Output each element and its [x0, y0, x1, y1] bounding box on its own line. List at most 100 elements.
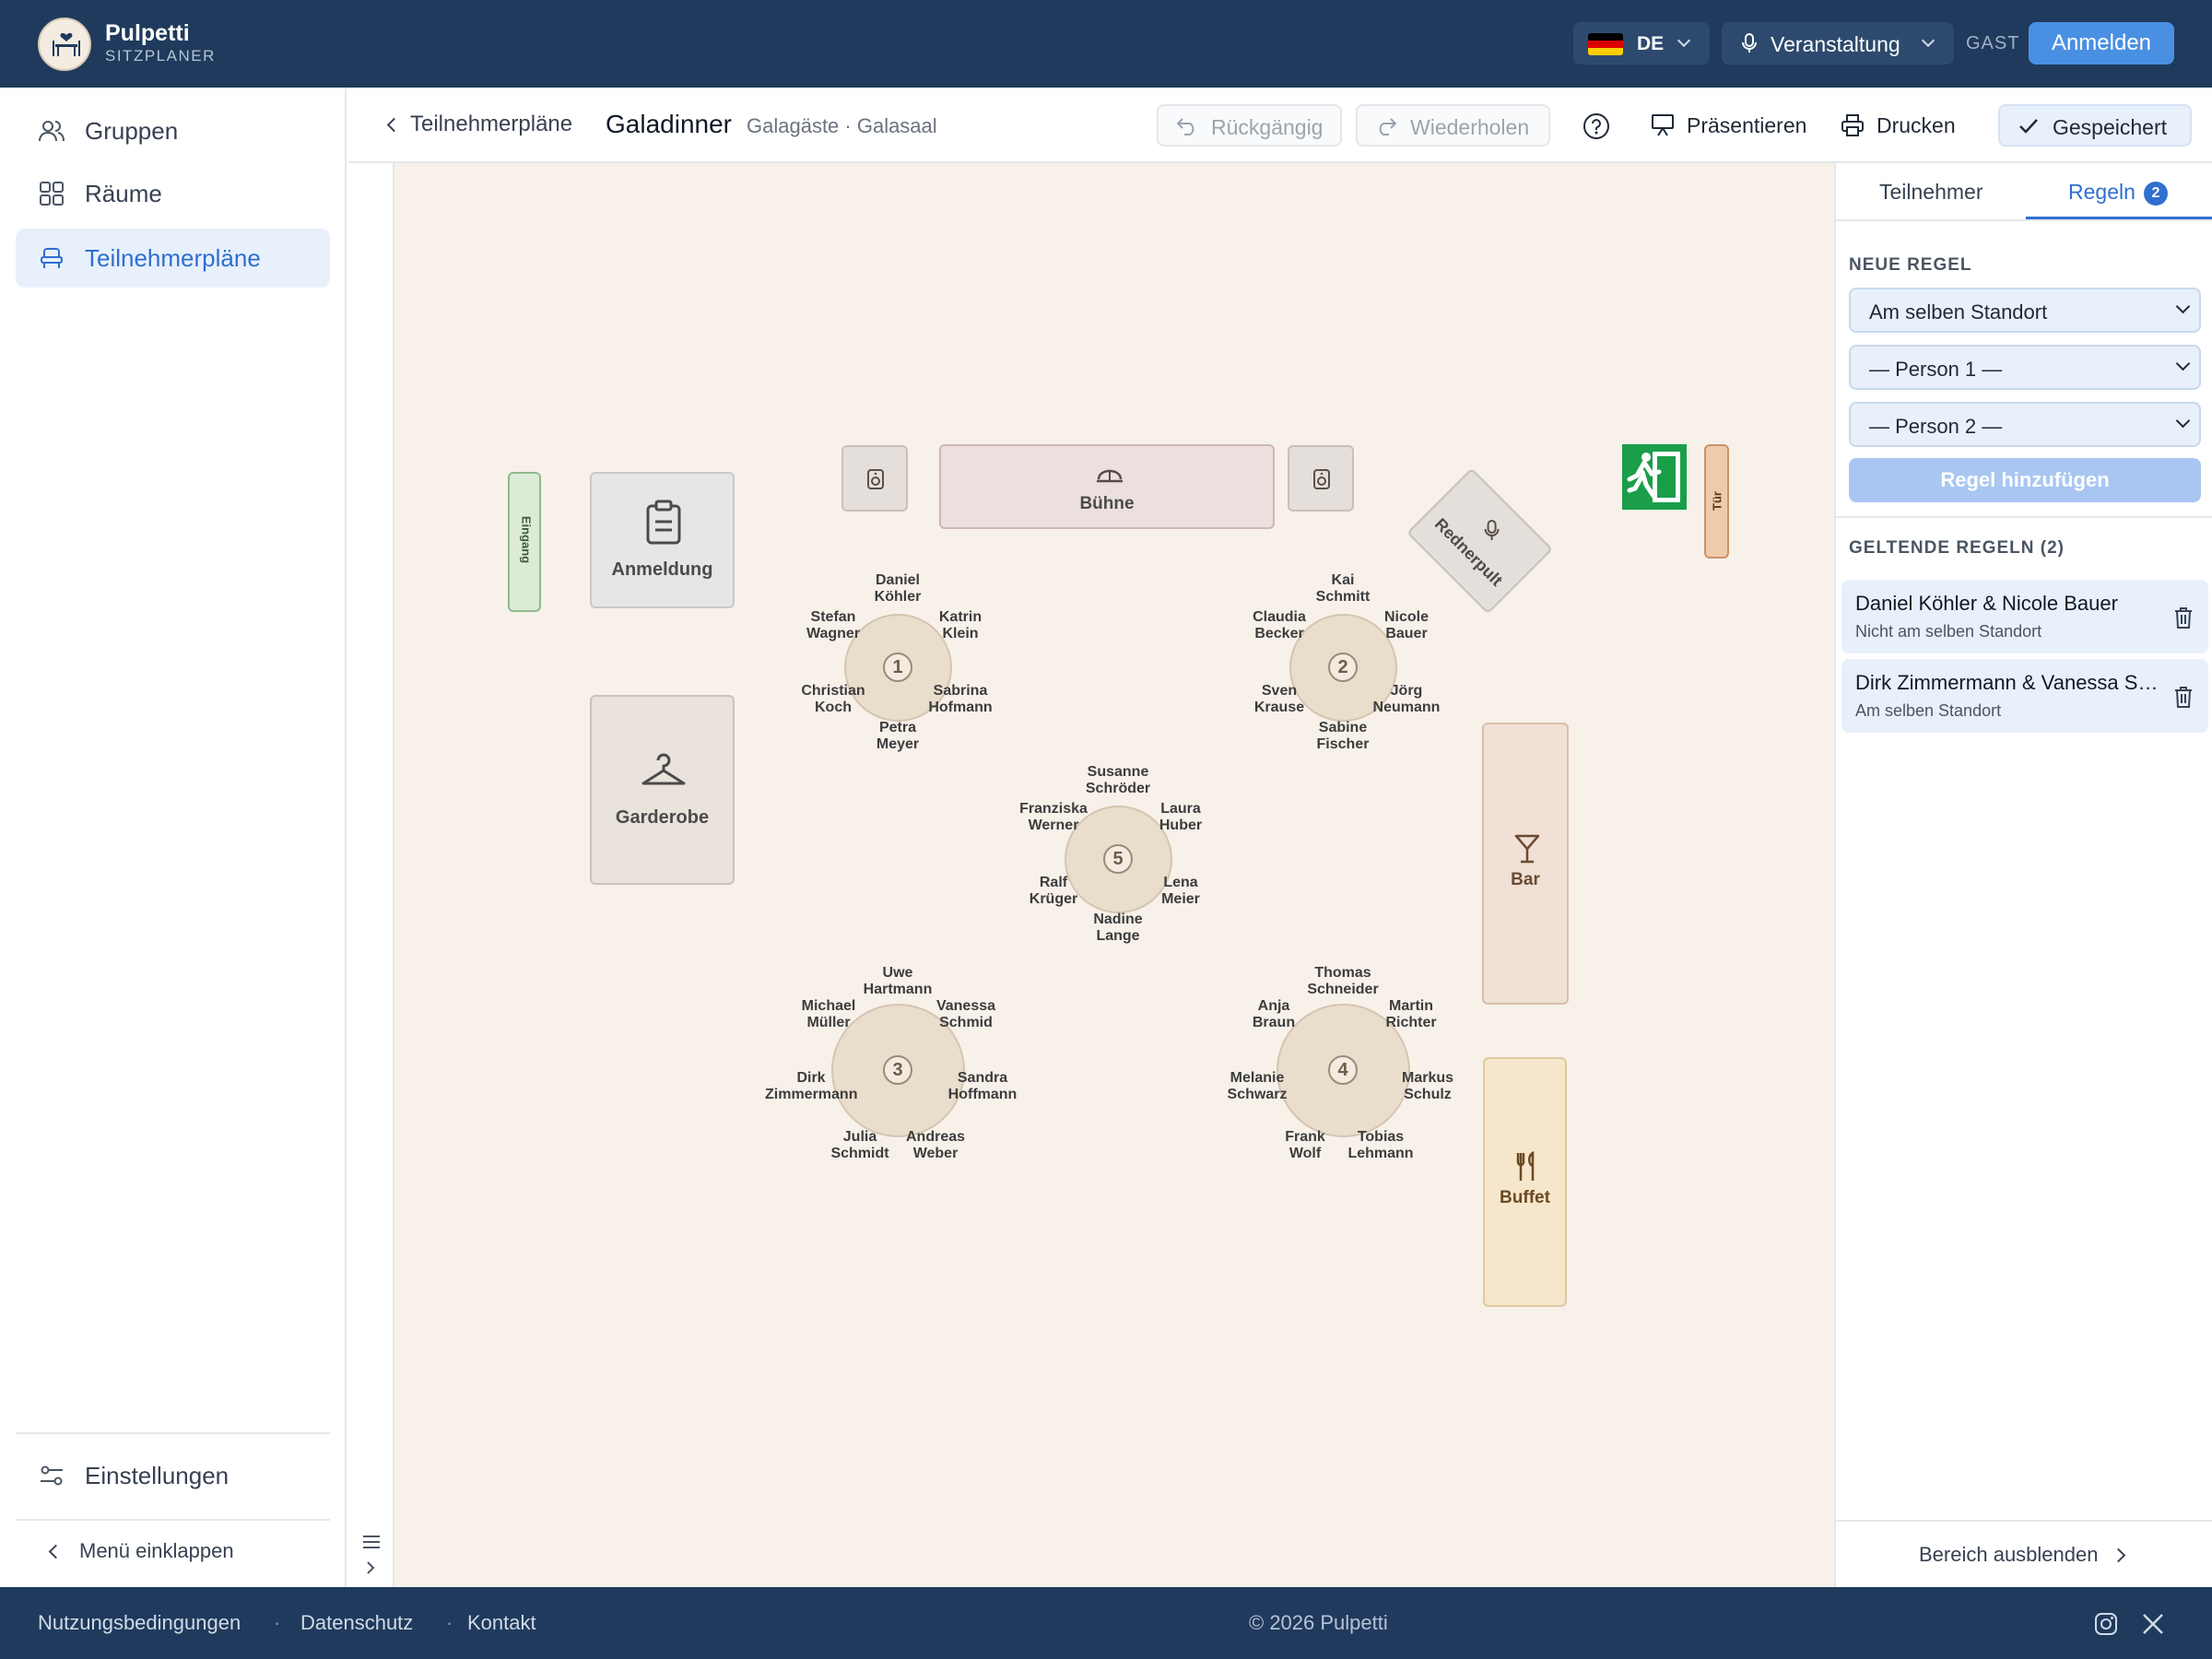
guest-last-name: Bauer — [1385, 626, 1428, 641]
guest-first-name: Nicole — [1383, 609, 1429, 625]
canvas-gutter — [348, 163, 394, 1587]
language-selector[interactable]: DE — [1573, 22, 1710, 65]
guest-seat[interactable]: Stefan Wagner — [787, 609, 879, 642]
seating-canvas[interactable]: Eingang Anmeldung Bühne Rednerpult Tür G… — [394, 163, 1834, 1587]
guest-seat[interactable]: Laura Huber — [1135, 801, 1227, 834]
guest-seat[interactable]: Markus Schulz — [1382, 1070, 1474, 1103]
guest-seat[interactable]: Anja Braun — [1228, 998, 1320, 1031]
guest-seat[interactable]: Susanne Schröder — [1072, 764, 1164, 797]
guest-first-name: Uwe — [882, 965, 913, 981]
guest-seat[interactable]: Jörg Neumann — [1360, 683, 1453, 716]
chevron-right-icon[interactable] — [363, 1559, 378, 1576]
guest-seat[interactable]: Michael Müller — [782, 998, 875, 1031]
guest-seat[interactable]: Petra Meyer — [852, 720, 944, 753]
door-label: Tür — [1710, 491, 1724, 511]
tab-rules[interactable]: Regeln — [2068, 180, 2136, 205]
person-2-placeholder: — Person 2 — — [1869, 415, 2003, 438]
guest-last-name: Koch — [815, 700, 852, 715]
guest-seat[interactable]: Vanessa Schmid — [920, 998, 1012, 1031]
redo-button[interactable]: Wiederholen — [1356, 104, 1550, 147]
menu-icon[interactable] — [361, 1533, 382, 1551]
guest-last-name: Meyer — [876, 736, 920, 752]
table-number: 2 — [1328, 653, 1358, 682]
guest-seat[interactable]: Franziska Werner — [1007, 801, 1100, 834]
stage-object[interactable]: Bühne — [939, 444, 1275, 529]
emergency-exit-icon[interactable] — [1622, 444, 1687, 510]
guest-seat[interactable]: Nicole Bauer — [1360, 609, 1453, 642]
footer-link-contact[interactable]: Kontakt — [467, 1611, 536, 1635]
footer-link-terms[interactable]: Nutzungsbedingungen — [38, 1611, 241, 1635]
saved-button[interactable]: Gespeichert — [1998, 104, 2192, 147]
sidebar-item-groups[interactable]: Gruppen — [16, 101, 330, 160]
rule-card[interactable]: Daniel Köhler & Nicole Bauer Nicht am se… — [1841, 580, 2208, 653]
trash-icon[interactable] — [2173, 685, 2194, 709]
guest-seat[interactable]: Sandra Hoffmann — [936, 1070, 1029, 1103]
footer-separator: · — [274, 1611, 281, 1634]
entrance-object[interactable]: Eingang — [508, 472, 541, 612]
undo-button[interactable]: Rückgängig — [1157, 104, 1342, 147]
microphone-icon — [1484, 520, 1500, 541]
login-button[interactable]: Anmelden — [2029, 22, 2174, 65]
footer-link-privacy[interactable]: Datenschutz — [300, 1611, 413, 1635]
users-icon — [39, 121, 65, 142]
event-mode-selector[interactable]: Veranstaltung — [1722, 22, 1954, 65]
registration-object[interactable]: Anmeldung — [590, 472, 735, 608]
table-number: 5 — [1103, 844, 1133, 874]
guest-last-name: Werner — [1028, 818, 1079, 833]
sidebar-item-label: Räume — [85, 180, 162, 207]
rule-type-select[interactable]: Am selben Standort — [1849, 288, 2201, 333]
clipboard-icon — [646, 500, 681, 545]
guest-seat[interactable]: Sven Krause — [1233, 683, 1325, 716]
tab-participants[interactable]: Teilnehmer — [1879, 180, 1983, 205]
guest-seat[interactable]: Melanie Schwarz — [1211, 1070, 1303, 1103]
guest-seat[interactable]: Dirk Zimmermann — [765, 1070, 857, 1103]
guest-seat[interactable]: Ralf Krüger — [1007, 875, 1100, 908]
speaker-right-object[interactable] — [1288, 445, 1354, 512]
brand-subtitle: SITZPLANER — [105, 47, 216, 65]
guest-seat[interactable]: Sabrina Hofmann — [914, 683, 1006, 716]
guest-seat[interactable]: Daniel Köhler — [852, 572, 944, 606]
page-subtitle: Galagäste · Galasaal — [747, 114, 937, 137]
rule-type: Am selben Standort — [1855, 701, 2002, 720]
rule-title: Dirk Zimmermann & Vanessa Schmid — [1855, 671, 2159, 694]
guest-seat[interactable]: Katrin Klein — [914, 609, 1006, 642]
guest-seat[interactable]: Julia Schmidt — [814, 1129, 906, 1162]
guest-first-name: Laura — [1160, 801, 1201, 817]
microphone-icon — [1742, 33, 1757, 53]
guest-seat[interactable]: Martin Richter — [1365, 998, 1457, 1031]
guest-seat[interactable]: Christian Koch — [787, 683, 879, 716]
guest-first-name: Sabrina — [933, 683, 988, 699]
table-number: 1 — [883, 653, 912, 682]
bar-object[interactable]: Bar — [1482, 723, 1569, 1005]
print-button[interactable]: Drucken — [1827, 104, 1965, 147]
add-rule-button[interactable]: Regel hinzufügen — [1849, 458, 2201, 502]
buffet-object[interactable]: Buffet — [1483, 1057, 1567, 1307]
person-2-select[interactable]: — Person 2 — — [1849, 402, 2201, 447]
guest-seat[interactable]: Thomas Schneider — [1297, 965, 1389, 998]
door-object[interactable]: Tür — [1704, 444, 1729, 559]
guest-seat[interactable]: Kai Schmitt — [1297, 572, 1389, 606]
guest-seat[interactable]: Claudia Becker — [1233, 609, 1325, 642]
trash-icon[interactable] — [2173, 606, 2194, 629]
sidebar-item-rooms[interactable]: Räume — [16, 164, 330, 223]
x-twitter-icon[interactable] — [2141, 1612, 2165, 1636]
help-button[interactable] — [1573, 104, 1618, 147]
logo-icon[interactable] — [38, 18, 91, 71]
guest-seat[interactable]: Uwe Hartmann — [852, 965, 944, 998]
lectern-object[interactable]: Rednerpult — [1406, 467, 1554, 615]
present-button[interactable]: Präsentieren — [1637, 104, 1812, 147]
guest-seat[interactable]: Frank Wolf — [1259, 1129, 1351, 1162]
wardrobe-object[interactable]: Garderobe — [590, 695, 735, 885]
speaker-left-object[interactable] — [841, 445, 908, 512]
instagram-icon[interactable] — [2093, 1611, 2119, 1637]
person-1-select[interactable]: — Person 1 — — [1849, 345, 2201, 390]
guest-seat[interactable]: Lena Meier — [1135, 875, 1227, 908]
sidebar-item-seating-plans[interactable]: Teilnehmerpläne — [16, 229, 330, 288]
rule-card[interactable]: Dirk Zimmermann & Vanessa Schmid Am selb… — [1841, 659, 2208, 733]
guest-seat[interactable]: Nadine Lange — [1072, 912, 1164, 945]
sidebar-item-settings[interactable]: Einstellungen — [16, 1446, 330, 1505]
guest-seat[interactable]: Sabine Fischer — [1297, 720, 1389, 753]
guest-last-name: Hofmann — [928, 700, 993, 715]
hide-panel-label: Bereich ausblenden — [1919, 1543, 2099, 1566]
chevron-right-icon — [2111, 1547, 2126, 1563]
